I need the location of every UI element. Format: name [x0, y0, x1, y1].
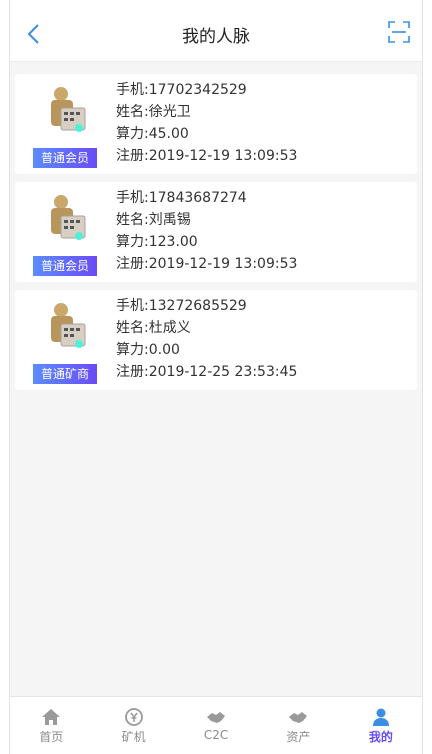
member-name: 姓名:杜成义: [116, 320, 191, 336]
member-power: 算力:123.00: [116, 234, 198, 250]
member-registered: 注册:2019-12-25 23:53:45: [116, 364, 298, 380]
home-icon: [42, 709, 61, 725]
page-title: 我的人脉: [182, 27, 250, 47]
member-avatar-icon: [51, 303, 86, 348]
tab-miner[interactable]: 矿机: [92, 697, 174, 754]
scan-icon[interactable]: [387, 20, 411, 44]
member-card[interactable]: 普通矿商 手机:13272685529 姓名:杜成义 算力:0.00 注册:20…: [15, 290, 417, 390]
member-phone: 手机:17843687274: [116, 190, 247, 206]
tab-mine[interactable]: 我的: [340, 697, 422, 754]
member-power: 算力:0.00: [116, 342, 180, 358]
member-phone: 手机:17702342529: [116, 82, 247, 98]
member-avatar-icon: [51, 195, 86, 240]
member-avatar-icon: [51, 87, 86, 132]
member-level-badge: 普通会员: [33, 148, 97, 168]
member-info: 手机:13272685529 姓名:杜成义 算力:0.00 注册:2019-12…: [116, 295, 297, 383]
member-name: 姓名:刘禹锡: [116, 212, 191, 228]
tab-label: 我的: [368, 730, 393, 744]
tab-c2c[interactable]: C2C: [175, 697, 257, 754]
avatar-block: 普通矿商: [33, 300, 97, 384]
member-info: 手机:17702342529 姓名:徐光卫 算力:45.00 注册:2019-1…: [116, 79, 297, 167]
member-info: 手机:17843687274 姓名:刘禹锡 算力:123.00 注册:2019-…: [116, 187, 297, 275]
member-registered: 注册:2019-12-19 13:09:53: [116, 256, 298, 272]
tab-assets[interactable]: 资产: [257, 697, 339, 754]
member-level-badge: 普通会员: [33, 256, 97, 276]
tab-home[interactable]: 首页: [10, 697, 92, 754]
app-screen: 我的人脉 普通会员 手机:17702342529 姓名:徐光卫 算力:45.00…: [9, 0, 423, 754]
avatar-block: 普通会员: [33, 84, 97, 168]
tab-label: 首页: [39, 730, 64, 744]
member-name: 姓名:徐光卫: [116, 104, 191, 120]
member-card[interactable]: 普通会员 手机:17702342529 姓名:徐光卫 算力:45.00 注册:2…: [15, 74, 417, 174]
member-power: 算力:45.00: [116, 126, 189, 142]
bottom-tab-bar: 首页 矿机 C2C 资产 我的: [10, 696, 422, 754]
member-card[interactable]: 普通会员 手机:17843687274 姓名:刘禹锡 算力:123.00 注册:…: [15, 182, 417, 282]
member-level-badge: 普通矿商: [33, 364, 97, 384]
tab-label: C2C: [203, 728, 229, 742]
miner-icon: [124, 708, 143, 726]
tab-label: 资产: [286, 730, 311, 744]
handshake-icon: [289, 712, 308, 723]
tab-label: 矿机: [121, 730, 146, 744]
handshake-icon: [207, 712, 226, 723]
header-bar: 我的人脉: [10, 0, 422, 62]
avatar-block: 普通会员: [33, 192, 97, 276]
member-registered: 注册:2019-12-19 13:09:53: [116, 148, 298, 164]
member-phone: 手机:13272685529: [116, 298, 247, 314]
user-icon: [372, 708, 389, 726]
